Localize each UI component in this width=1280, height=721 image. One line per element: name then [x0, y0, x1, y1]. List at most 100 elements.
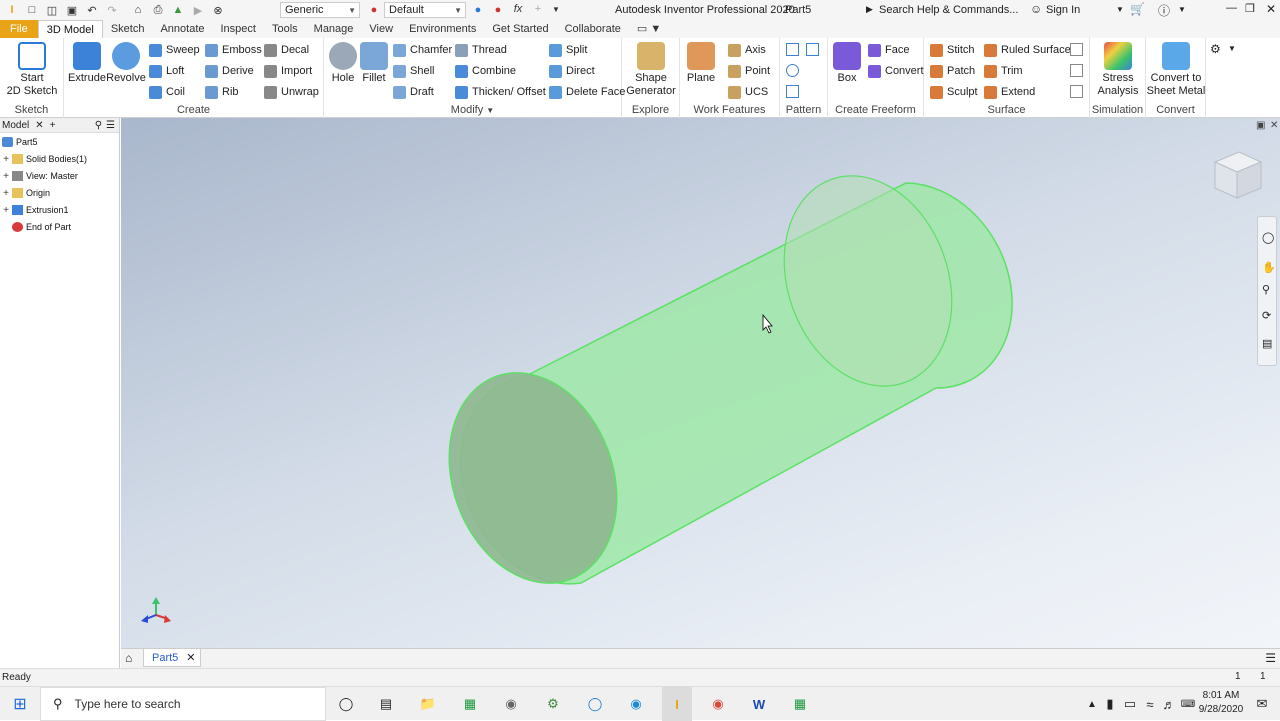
- tab-annotate[interactable]: Annotate: [152, 20, 212, 38]
- emboss-button[interactable]: Emboss: [205, 41, 262, 59]
- tab-tools[interactable]: Tools: [264, 20, 306, 38]
- search-icon[interactable]: ⚲: [95, 120, 102, 131]
- shape-generator-button[interactable]: Shape Generator: [624, 42, 678, 98]
- draft-button[interactable]: Draft: [393, 83, 434, 101]
- pan-icon[interactable]: ✋: [1262, 261, 1276, 274]
- doc-tab-part5[interactable]: Part5 ✕: [143, 649, 201, 667]
- direct-button[interactable]: Direct: [549, 62, 595, 80]
- graphics-viewport[interactable]: ▣ ✕ ◯ ✋ ⚲ ⟳ ▤: [121, 118, 1280, 648]
- close-icon[interactable]: ✕: [1270, 120, 1278, 131]
- wifi-icon[interactable]: ≈: [1140, 694, 1160, 714]
- chamfer-button[interactable]: Chamfer: [393, 41, 452, 59]
- stitch-button[interactable]: Stitch: [930, 41, 975, 59]
- mirror-icon[interactable]: [806, 43, 819, 56]
- decal-button[interactable]: Decal: [264, 41, 309, 59]
- home-icon[interactable]: ⌂: [130, 3, 146, 17]
- ribbon-options-icon[interactable]: ▭ ▼: [629, 20, 669, 38]
- steering-wheel-icon[interactable]: ◯: [1262, 231, 1274, 244]
- task-view-icon[interactable]: ▤: [376, 694, 396, 714]
- tab-get-started[interactable]: Get Started: [484, 20, 556, 38]
- tab-file[interactable]: File: [0, 20, 38, 38]
- start-2d-sketch-button[interactable]: Start 2D Sketch: [6, 42, 58, 98]
- sketch-pattern-icon[interactable]: [786, 85, 799, 98]
- material-select[interactable]: Generic ▼: [280, 2, 360, 18]
- hole-button[interactable]: Hole: [327, 42, 359, 85]
- expand-icon[interactable]: +: [0, 205, 12, 216]
- tab-manage[interactable]: Manage: [306, 20, 362, 38]
- system-clock[interactable]: 8:01 AM 9/28/2020: [1196, 689, 1246, 717]
- coil-button[interactable]: Coil: [149, 83, 185, 101]
- save-icon[interactable]: ▣: [64, 3, 80, 17]
- show-hidden-icons-icon[interactable]: ▲: [1082, 694, 1102, 714]
- camtasia-recorder-icon[interactable]: ▦: [790, 694, 810, 714]
- appearance-select[interactable]: Default ▼: [384, 2, 466, 18]
- tree-item-end-of-part[interactable]: End of Part: [0, 219, 120, 235]
- clear-appearance-icon[interactable]: ●: [490, 3, 506, 17]
- import-button[interactable]: Import: [264, 62, 312, 80]
- close-icon[interactable]: ✕: [1266, 2, 1276, 16]
- edge-legacy-icon[interactable]: ◯: [585, 694, 605, 714]
- rectangular-pattern-icon[interactable]: [786, 43, 799, 56]
- chevron-down-icon[interactable]: ▼: [1116, 5, 1124, 14]
- redo-icon[interactable]: ↷: [104, 3, 120, 17]
- minimize-icon[interactable]: —: [1226, 2, 1237, 14]
- plus-icon[interactable]: +: [530, 2, 546, 16]
- revolve-button[interactable]: Revolve: [106, 42, 146, 85]
- close-doc-icon[interactable]: ⊗: [210, 3, 226, 17]
- fit-mesh-icon[interactable]: [1070, 64, 1083, 77]
- sign-in-button[interactable]: Sign In: [1046, 4, 1080, 16]
- open-folder-icon[interactable]: ◫: [44, 3, 60, 17]
- ucs-button[interactable]: UCS: [728, 83, 768, 101]
- circular-pattern-icon[interactable]: [786, 64, 799, 77]
- chevron-down-icon[interactable]: ▼: [1178, 5, 1186, 14]
- tab-view[interactable]: View: [361, 20, 401, 38]
- zoom-icon[interactable]: ⚲: [1262, 283, 1270, 296]
- customize-icon[interactable]: ▼: [548, 2, 564, 16]
- add-browser-icon[interactable]: +: [50, 120, 56, 131]
- repair-icon[interactable]: [1070, 43, 1083, 56]
- search-expand-icon[interactable]: ▶: [866, 4, 873, 15]
- replace-face-icon[interactable]: [1070, 85, 1083, 98]
- new-file-icon[interactable]: □: [24, 3, 40, 17]
- maximize-viewport-icon[interactable]: ▣: [1256, 120, 1265, 131]
- taskbar-search-box[interactable]: ⚲ Type here to search: [40, 687, 326, 721]
- chrome-icon[interactable]: ◉: [708, 694, 728, 714]
- view-cube[interactable]: [1213, 151, 1263, 199]
- thread-button[interactable]: Thread: [455, 41, 507, 59]
- tab-collaborate[interactable]: Collaborate: [557, 20, 629, 38]
- extend-button[interactable]: Extend: [984, 83, 1035, 101]
- axis-button[interactable]: Axis: [728, 41, 766, 59]
- delete-face-button[interactable]: Delete Face: [549, 83, 625, 101]
- sweep-button[interactable]: Sweep: [149, 41, 200, 59]
- cortana-icon[interactable]: ◯: [336, 694, 356, 714]
- expand-icon[interactable]: +: [0, 171, 12, 182]
- tree-item-part5[interactable]: Part5: [0, 134, 120, 150]
- usb-icon[interactable]: ▮: [1100, 694, 1120, 714]
- convert-to-sheet-metal-button[interactable]: Convert to Sheet Metal: [1146, 42, 1206, 98]
- model-canvas[interactable]: [121, 118, 1280, 648]
- tab-sketch[interactable]: Sketch: [103, 20, 153, 38]
- shell-button[interactable]: Shell: [393, 62, 434, 80]
- language-icon[interactable]: ⌨: [1178, 694, 1198, 714]
- tab-3d-model[interactable]: 3D Model: [37, 20, 103, 38]
- camtasia-icon[interactable]: ▦: [460, 694, 480, 714]
- look-at-icon[interactable]: ▤: [1262, 337, 1272, 350]
- print-icon[interactable]: ⎙: [150, 3, 166, 17]
- face-button[interactable]: Face: [868, 41, 909, 59]
- file-explorer-icon[interactable]: 📁: [418, 694, 438, 714]
- word-icon[interactable]: W: [749, 694, 769, 714]
- rib-button[interactable]: Rib: [205, 83, 239, 101]
- settings-app-icon[interactable]: ⚙: [543, 694, 563, 714]
- split-button[interactable]: Split: [549, 41, 587, 59]
- tab-inspect[interactable]: Inspect: [213, 20, 264, 38]
- cart-icon[interactable]: 🛒: [1130, 2, 1145, 16]
- close-icon[interactable]: ✕: [35, 120, 43, 131]
- point-button[interactable]: Point: [728, 62, 770, 80]
- tree-item-solid-bodies[interactable]: + Solid Bodies(1): [0, 151, 120, 167]
- box-button[interactable]: Box: [830, 42, 864, 85]
- home-icon[interactable]: ⌂: [125, 651, 132, 665]
- color-wheel-icon[interactable]: ●: [366, 3, 382, 17]
- panel-label-modify[interactable]: Modify ▼: [324, 104, 621, 116]
- notifications-icon[interactable]: ✉: [1252, 694, 1272, 714]
- battery-icon[interactable]: ▭: [1120, 694, 1140, 714]
